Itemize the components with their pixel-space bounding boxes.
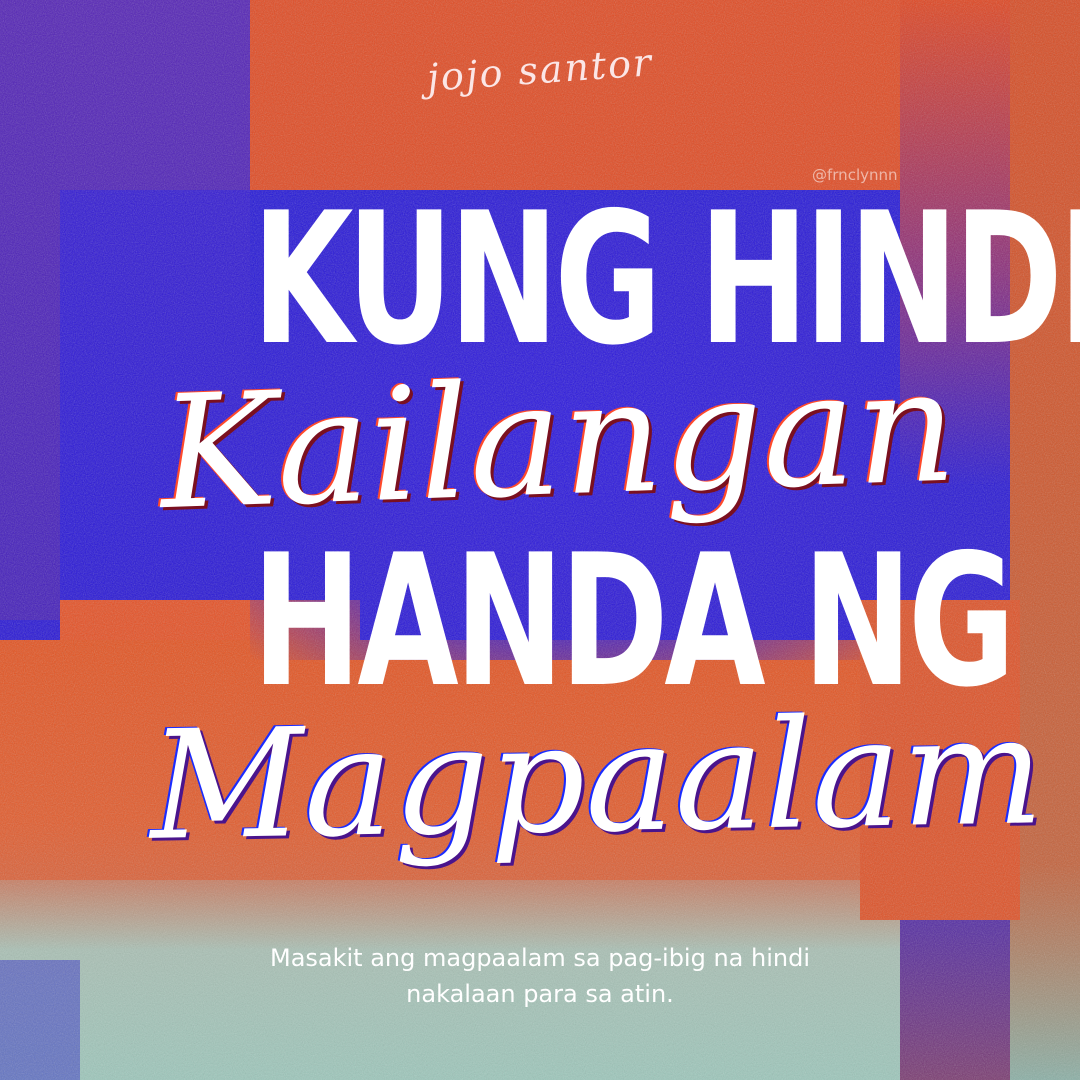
script-word-1: Kailangan [157,334,960,545]
bg-orange-right-edge [1010,0,1080,1080]
caption: Masakit ang magpaalam sa pag-ibig na hin… [200,940,880,1012]
headline-line-2: HANDA NG [252,515,1016,727]
bg-blue-bottom-left [0,960,80,1080]
poster: jojo santor @frnclynnn KUNG HINDI Kailan… [0,0,1080,1080]
caption-line-1: Masakit ang magpaalam sa pag-ibig na hin… [269,944,810,972]
script-word-2: Magpaalam [148,684,1046,874]
caption-line-2: nakalaan para sa atin. [406,980,674,1008]
